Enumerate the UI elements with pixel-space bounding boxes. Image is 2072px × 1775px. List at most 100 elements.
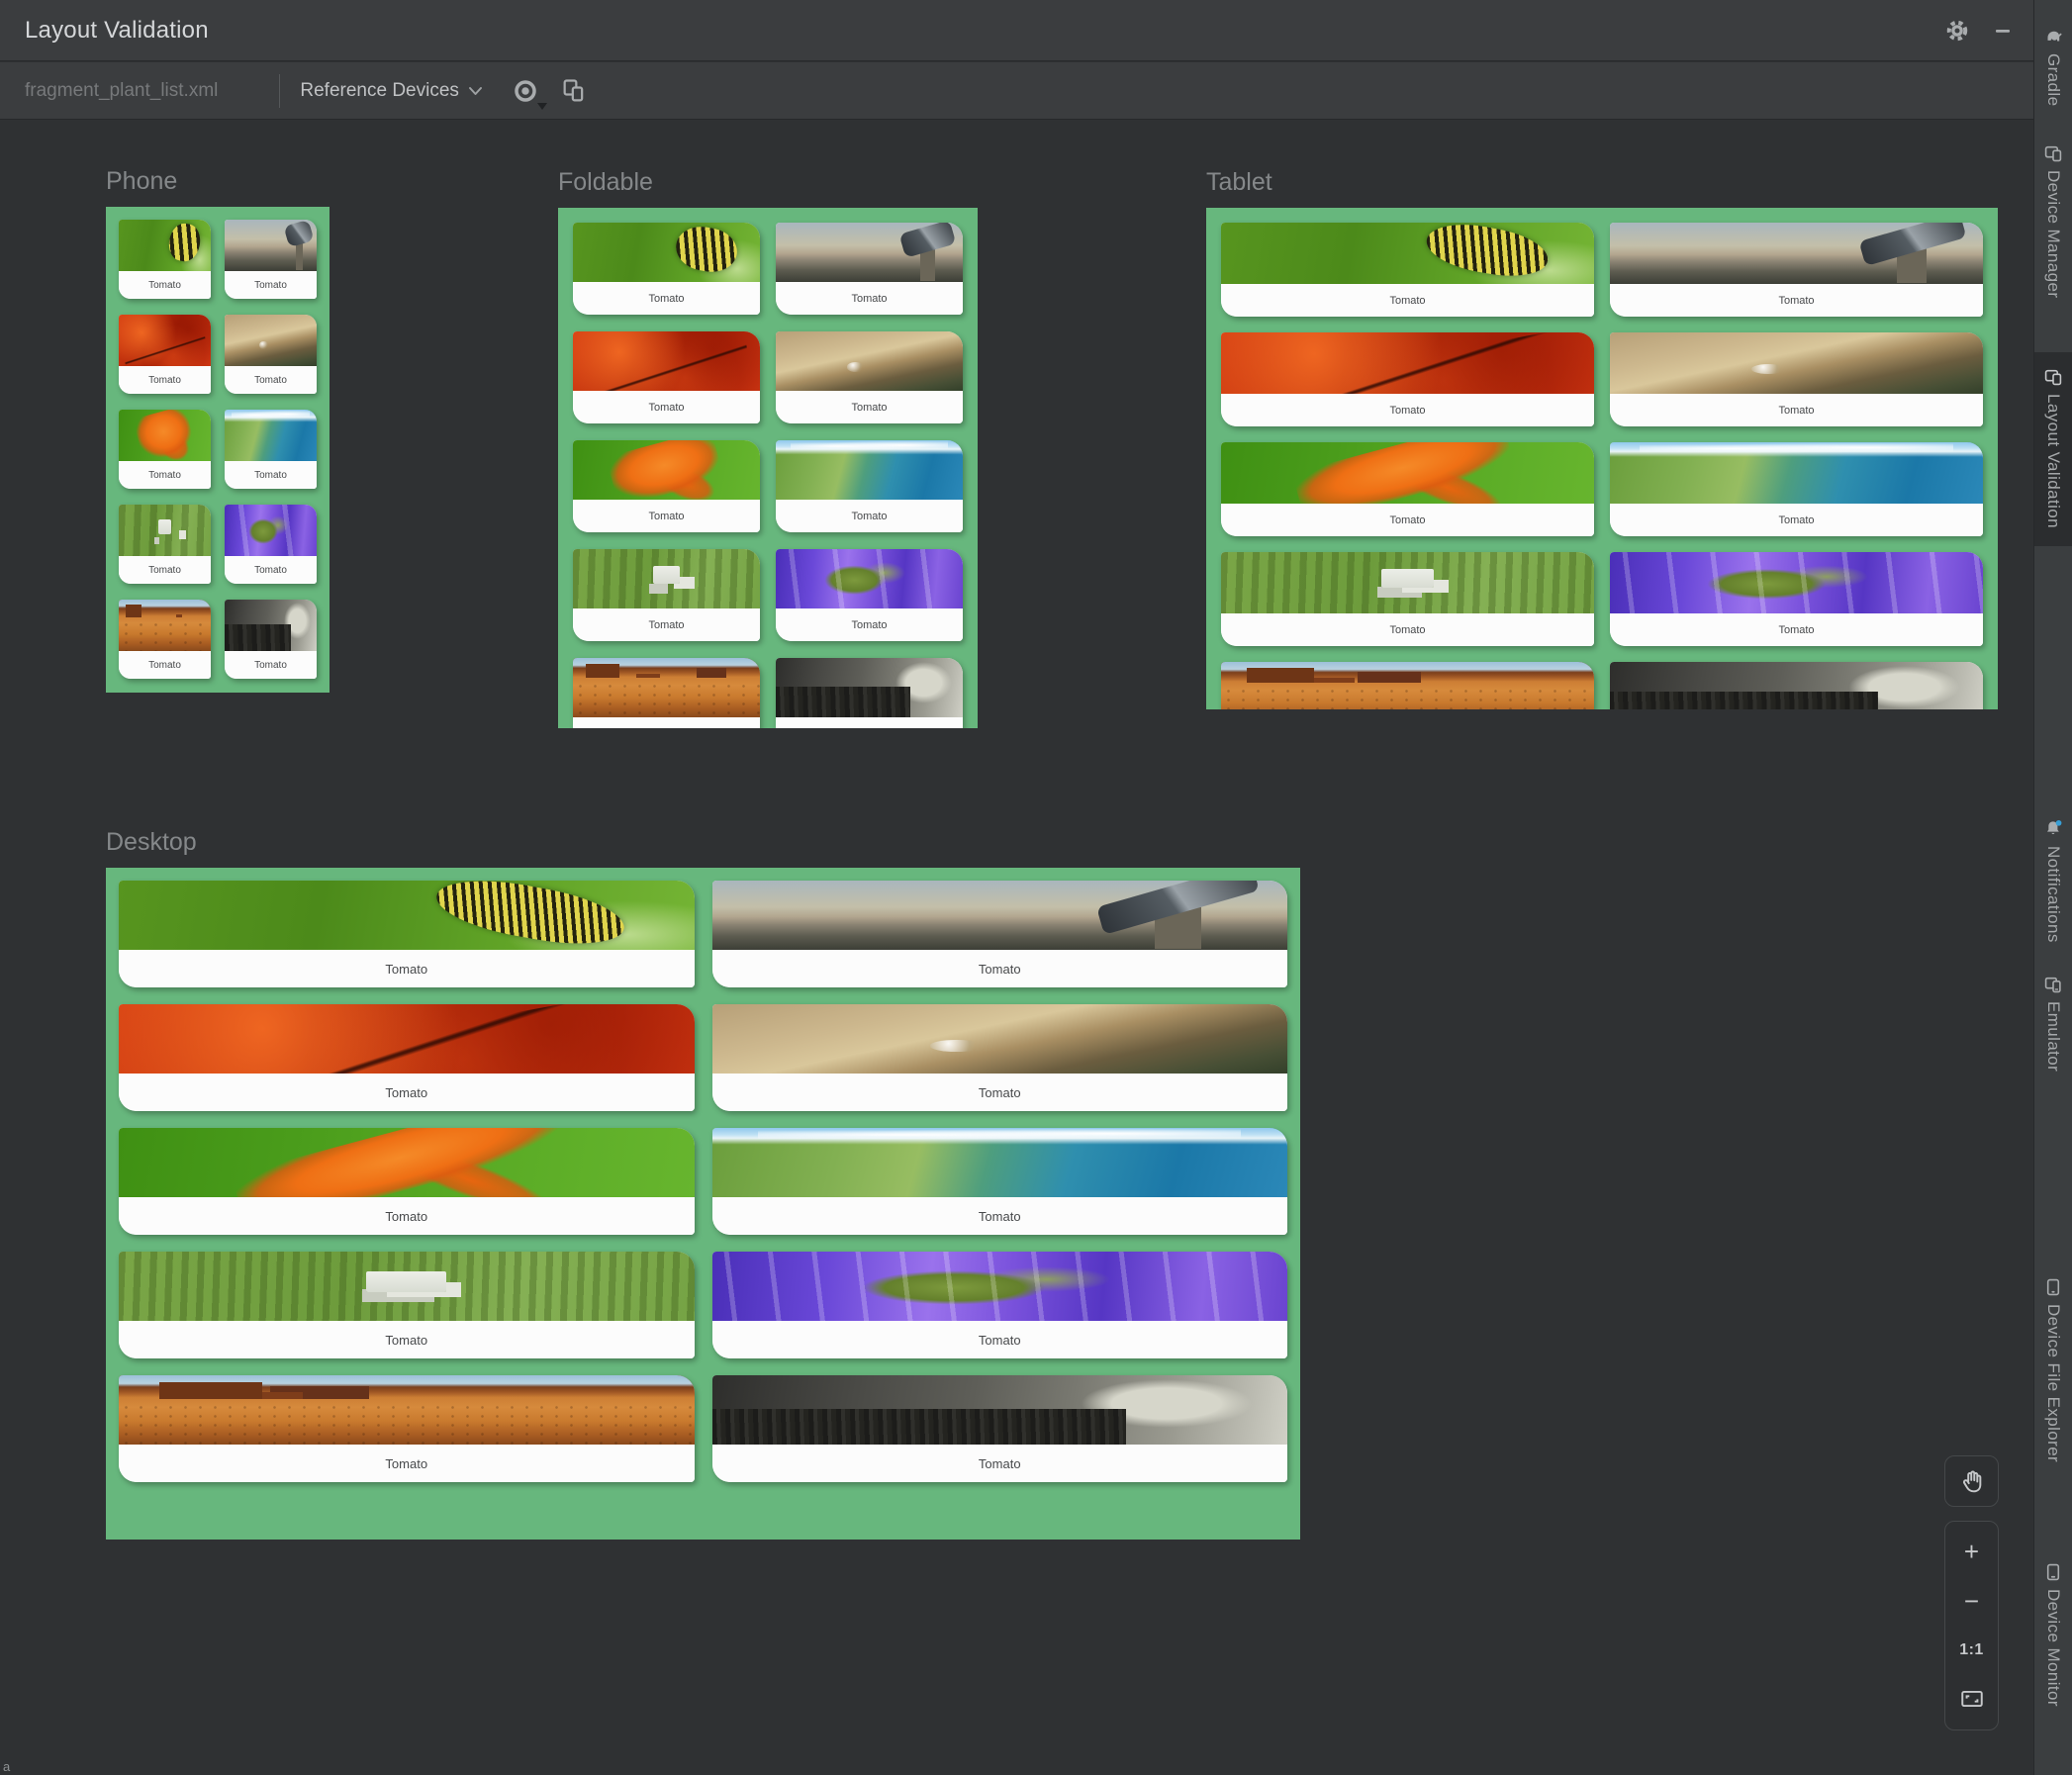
- plant-card: Tomato: [1610, 223, 1983, 317]
- phone-preview[interactable]: Tomato Tomato Tomato Tomato Tomato Tomato Toma…: [106, 207, 330, 693]
- desert-plain-image: [573, 658, 760, 717]
- section-label-tablet: Tablet: [1206, 168, 1272, 196]
- sidebar-item-label: Layout Validation: [2044, 394, 2063, 528]
- plant-card: Tomato: [119, 315, 211, 394]
- device-manager-icon: [2044, 145, 2062, 162]
- plant-card-title: Tomato: [711, 1445, 1287, 1482]
- sidebar-item-notifications[interactable]: Notifications: [2034, 813, 2072, 949]
- plant-card: Tomato: [573, 549, 760, 641]
- plant-card: Tomato: [573, 331, 760, 423]
- plant-card-title: Tomato: [1610, 284, 1983, 317]
- sidebar-item-label: Gradle: [2044, 53, 2063, 107]
- coast-aerial-image: [711, 1128, 1287, 1197]
- sidebar-item-gradle[interactable]: Gradle: [2034, 22, 2072, 112]
- sidebar-item-label: Notifications: [2044, 846, 2063, 943]
- tool-window-strip: Gradle Device Manager Layout Validation …: [2033, 0, 2072, 1775]
- plant-card: Tomato: [119, 881, 695, 987]
- farm-aerial-image: [119, 505, 211, 556]
- coast-aerial-image: [225, 410, 317, 461]
- device-monitor-icon: [2046, 1563, 2060, 1581]
- plant-card-title: Tomato: [225, 366, 317, 394]
- tablet-preview[interactable]: Tomato Tomato Tomato Tomato Tomato Tomato Toma…: [1206, 208, 1998, 709]
- farm-aerial-image: [119, 1252, 695, 1321]
- plant-card-title: Tomato: [711, 1074, 1287, 1111]
- plant-card: Tomato: [1610, 662, 1983, 709]
- settings-gear-icon[interactable]: [1942, 16, 1972, 46]
- sidebar-item-label: Device File Explorer: [2044, 1304, 2063, 1463]
- preview-canvas[interactable]: Phone Tomato Tomato Tomato Tomato Tomato Toma…: [0, 120, 2033, 1775]
- forest-grayscale-image: [225, 600, 317, 651]
- plant-card-title: Tomato: [776, 282, 963, 315]
- copy-configuration-icon[interactable]: [560, 77, 588, 105]
- plant-card: Tomato: [119, 1128, 695, 1235]
- section-foldable: Foldable Tomato Tomato Tomato Tomato Tomato T…: [558, 167, 978, 728]
- section-label-desktop: Desktop: [106, 828, 197, 856]
- device-file-explorer-icon: [2046, 1278, 2060, 1296]
- file-name-label: fragment_plant_list.xml: [25, 79, 219, 101]
- plant-card-title: Tomato: [119, 1321, 695, 1358]
- sidebar-item-layout-validation[interactable]: Layout Validation: [2034, 352, 2072, 546]
- wood-beam-drops-image: [1610, 332, 1983, 394]
- plant-card: Tomato: [573, 440, 760, 532]
- plant-card: Tomato: [776, 331, 963, 423]
- sidebar-item-device-manager[interactable]: Device Manager: [2034, 139, 2072, 304]
- sidebar-item-emulator[interactable]: Emulator: [2034, 970, 2072, 1077]
- zoom-out-button[interactable]: −: [1945, 1577, 1998, 1625]
- zoom-in-button[interactable]: +: [1945, 1529, 1998, 1576]
- pan-button[interactable]: [1944, 1455, 1999, 1507]
- red-maple-leaves-image: [119, 315, 211, 366]
- desert-plain-image: [1221, 662, 1594, 709]
- tool-window-title: Layout Validation: [25, 16, 209, 44]
- plant-card-title: Tomato: [1221, 284, 1594, 317]
- plant-card-title: Tomato: [119, 271, 211, 299]
- foldable-preview[interactable]: Tomato Tomato Tomato Tomato Tomato Tomato Toma…: [558, 208, 978, 728]
- plant-card-title: Tomato: [225, 271, 317, 299]
- sidebar-item-device-monitor[interactable]: Device Monitor: [2034, 1557, 2072, 1713]
- plant-card: Tomato: [225, 505, 317, 584]
- plant-card: Tomato: [119, 1004, 695, 1111]
- plant-card-title: Tomato: [711, 950, 1287, 987]
- plant-card: Tomato: [1610, 442, 1983, 536]
- plant-card-title: Tomato: [573, 608, 760, 641]
- plant-card-title: Tomato: [225, 556, 317, 584]
- plant-card: Tomato: [573, 223, 760, 315]
- zoom-to-fit-button[interactable]: [1945, 1675, 1998, 1723]
- coast-aerial-image: [776, 440, 963, 500]
- plant-card-title: Tomato: [711, 1321, 1287, 1358]
- zoom-actual-size-button[interactable]: 1:1: [1945, 1627, 1998, 1674]
- dropdown-caret-icon: [536, 102, 547, 110]
- plant-card-title: Tomato: [1221, 613, 1594, 646]
- plant-card: Tomato: [711, 1004, 1287, 1111]
- plant-card: Tomato: [711, 1375, 1287, 1482]
- sidebar-item-label: Device Monitor: [2044, 1589, 2063, 1707]
- sidebar-item-device-file-explorer[interactable]: Device File Explorer: [2034, 1272, 2072, 1468]
- sidebar-item-label: Device Manager: [2044, 170, 2063, 299]
- red-maple-leaves-image: [119, 1004, 695, 1074]
- orange-maple-leaf-image: [1221, 442, 1594, 504]
- plant-card-title: Tomato: [776, 608, 963, 641]
- plant-card-title: Tomato: [776, 391, 963, 423]
- plant-card: Tomato: [119, 1375, 695, 1482]
- plant-card: Tomato: [776, 440, 963, 532]
- layout-validation-icon: [2044, 369, 2062, 386]
- layout-validation-window: Layout Validation fragment_plant_list.xm…: [0, 0, 2072, 1775]
- purple-river-image: [225, 505, 317, 556]
- caterpillar-leaf-image: [573, 223, 760, 282]
- forest-grayscale-image: [1610, 662, 1983, 709]
- reference-devices-dropdown[interactable]: Reference Devices: [300, 80, 483, 102]
- plant-card-title: Tomato: [776, 500, 963, 532]
- red-maple-leaves-image: [1221, 332, 1594, 394]
- visibility-icon[interactable]: [511, 76, 547, 110]
- desktop-preview[interactable]: Tomato Tomato Tomato Tomato Tomato Tomato Toma…: [106, 868, 1300, 1540]
- plant-card: Tomato: [119, 600, 211, 679]
- plant-card-title: Tomato: [711, 1197, 1287, 1235]
- plant-card-title: Tomato: [119, 461, 211, 489]
- minimize-icon[interactable]: [1992, 20, 2014, 42]
- caterpillar-leaf-image: [119, 220, 211, 271]
- chevron-down-icon: [468, 86, 482, 95]
- wood-beam-drops-image: [776, 331, 963, 391]
- plant-card: Tomato: [711, 881, 1287, 987]
- plant-card: Tomato: [225, 410, 317, 489]
- section-tablet: Tablet Tomato Tomato Tomato Tomato Tomato Tom…: [1206, 167, 1998, 709]
- layout-validation-toolbar: fragment_plant_list.xml Reference Device…: [0, 62, 2033, 120]
